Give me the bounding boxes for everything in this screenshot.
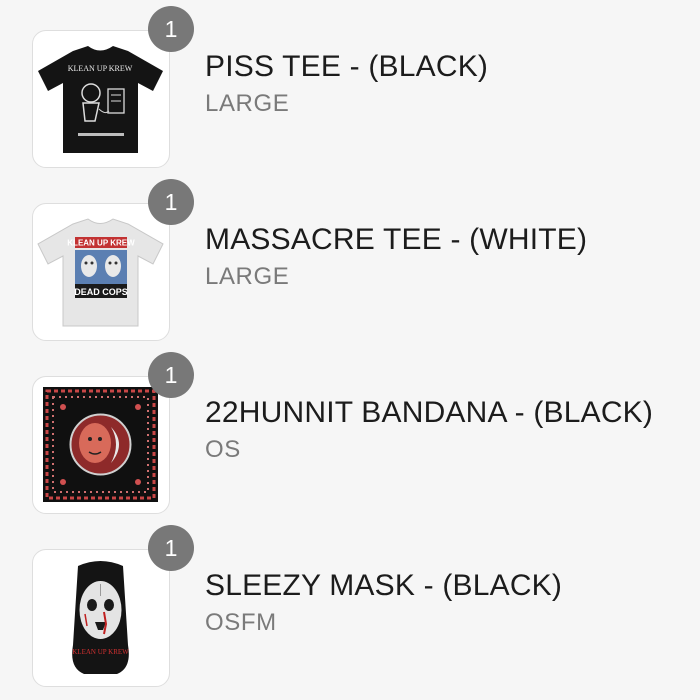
cart-item[interactable]: KLEAN UP KREW 1 SLEEZY MASK - (BLACK) OS… (0, 525, 700, 700)
shirt-print-text: KLEAN UP KREW (68, 64, 133, 73)
product-variant: OS (205, 436, 241, 463)
product-thumbnail[interactable]: KLEAN UP KREW DEAD COPS (32, 203, 170, 341)
shirt-print-subtext: DEAD COPS (74, 287, 128, 297)
product-variant: LARGE (205, 90, 290, 117)
bandana-icon (43, 387, 158, 502)
product-thumbnail[interactable] (32, 376, 170, 514)
mask-print-text: KLEAN UP KREW (72, 648, 129, 656)
cart-item[interactable]: 1 22HUNNIT BANDANA - (BLACK) OS (0, 352, 700, 536)
product-variant: OSFM (205, 609, 277, 636)
ski-mask-icon: KLEAN UP KREW (72, 561, 129, 674)
quantity-badge: 1 (148, 525, 194, 571)
cart-item-list: KLEAN UP KREW 1 PISS TEE - (BLACK) LARGE… (0, 0, 700, 700)
product-title[interactable]: PISS TEE - (BLACK) (205, 50, 488, 84)
shirt-print-text: KLEAN UP KREW (67, 239, 135, 248)
quantity-badge: 1 (148, 352, 194, 398)
product-title[interactable]: 22HUNNIT BANDANA - (BLACK) (205, 396, 653, 430)
black-tshirt-icon: KLEAN UP KREW (38, 46, 163, 153)
white-tshirt-icon: KLEAN UP KREW DEAD COPS (37, 218, 164, 327)
product-title[interactable]: MASSACRE TEE - (WHITE) (205, 223, 587, 257)
product-thumbnail[interactable]: KLEAN UP KREW (32, 549, 170, 687)
product-title[interactable]: SLEEZY MASK - (BLACK) (205, 569, 562, 603)
quantity-badge: 1 (148, 179, 194, 225)
cart-item[interactable]: KLEAN UP KREW DEAD COPS 1 MASSACRE TEE -… (0, 179, 700, 363)
cart-item[interactable]: KLEAN UP KREW 1 PISS TEE - (BLACK) LARGE (0, 6, 700, 190)
product-variant: LARGE (205, 263, 290, 290)
product-thumbnail[interactable]: KLEAN UP KREW (32, 30, 170, 168)
quantity-badge: 1 (148, 6, 194, 52)
